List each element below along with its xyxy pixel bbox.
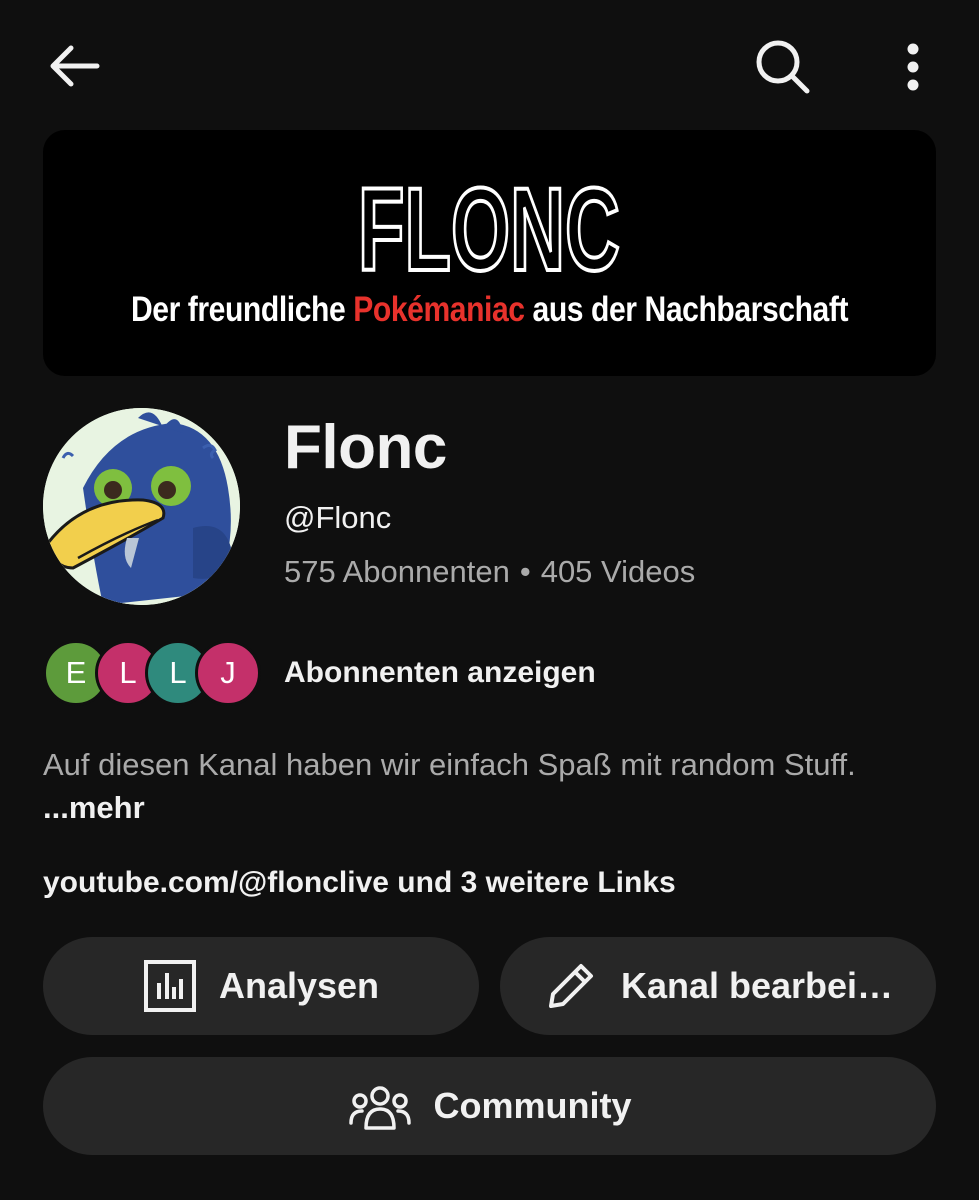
banner-subtitle-start: Der freundliche xyxy=(130,290,354,329)
community-button[interactable]: Community xyxy=(43,1057,936,1155)
channel-link-url[interactable]: youtube.com/@flonclive xyxy=(43,866,389,899)
subscriber-count: 575 Abonnenten xyxy=(284,554,510,589)
people-icon xyxy=(348,1081,412,1131)
bar-chart-icon xyxy=(143,959,197,1013)
description-text: Auf diesen Kanal haben wir einfach Spaß … xyxy=(43,747,856,782)
channel-handle: @Flonc xyxy=(284,500,392,535)
analytics-label: Analysen xyxy=(218,965,380,1006)
banner-subtitle-highlight: Pokémaniac xyxy=(353,290,525,329)
edit-channel-button[interactable]: Kanal bearbei… xyxy=(500,937,936,1035)
analytics-button[interactable]: Analysen xyxy=(43,937,479,1035)
banner-logo: FLONC xyxy=(356,172,622,280)
more-options-button[interactable] xyxy=(888,34,938,100)
video-count: 405 Videos xyxy=(540,554,696,589)
channel-stats: 575 Abonnenten • 405 Videos xyxy=(284,554,695,590)
edit-channel-label: Kanal bearbei… xyxy=(620,965,894,1006)
more-link[interactable]: ...mehr xyxy=(43,790,145,825)
top-bar xyxy=(0,0,979,130)
stats-separator: • xyxy=(519,554,531,589)
arrow-left-icon xyxy=(50,45,100,87)
subscriber-avatar: J xyxy=(195,640,261,706)
search-button[interactable] xyxy=(748,34,818,100)
search-icon xyxy=(756,40,810,94)
more-vertical-icon xyxy=(907,43,919,91)
channel-page: FLONC Der freundliche Pokémaniac aus der… xyxy=(0,0,979,1200)
channel-description[interactable]: Auf diesen Kanal haben wir einfach Spaß … xyxy=(43,743,923,829)
bird-mascot-avatar xyxy=(43,408,240,605)
channel-avatar[interactable] xyxy=(43,408,240,605)
channel-name: Flonc xyxy=(284,413,447,482)
banner-subtitle-end: aus der Nachbarschaft xyxy=(524,290,849,329)
more-links-text[interactable]: und 3 weitere Links xyxy=(389,866,675,899)
community-label: Community xyxy=(433,1085,632,1126)
banner-subtitle: Der freundliche Pokémaniac aus der Nachb… xyxy=(69,290,911,330)
view-subscribers-row[interactable]: E L L J Abonnenten anzeigen xyxy=(43,638,743,708)
back-button[interactable] xyxy=(42,38,106,94)
pencil-icon xyxy=(543,958,599,1014)
banner-logo-text: FLONC xyxy=(358,172,620,280)
channel-links[interactable]: youtube.com/@flonclive und 3 weitere Lin… xyxy=(43,866,676,900)
view-subscribers-label: Abonnenten anzeigen xyxy=(284,656,596,689)
